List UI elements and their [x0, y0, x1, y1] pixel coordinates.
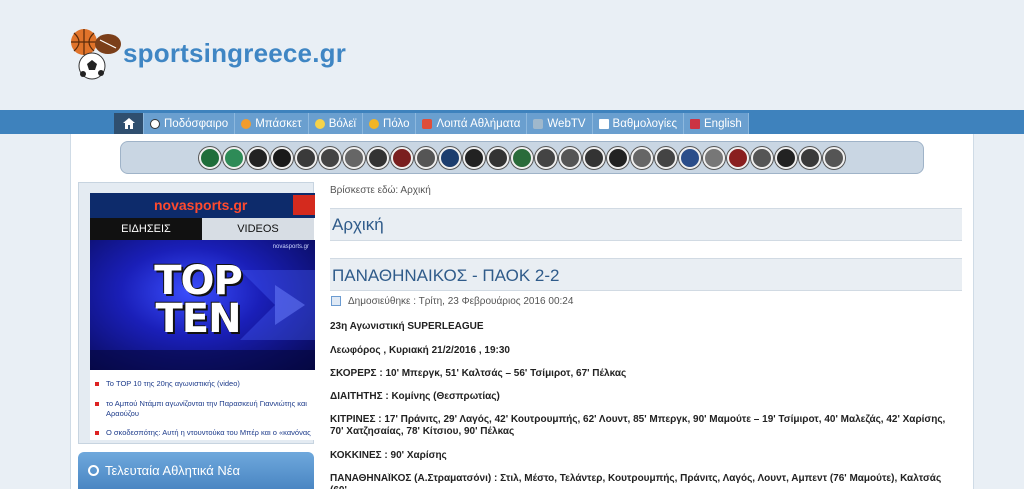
- broadcast-icon: [293, 195, 315, 215]
- featured-video-image[interactable]: novasports.gr TOP TEN: [90, 240, 315, 370]
- page-title-box: Αρχική: [330, 208, 962, 241]
- header: sportsingreece.gr: [0, 0, 1024, 110]
- club-logo-icon[interactable]: [487, 146, 509, 169]
- tab-videos[interactable]: VIDEOS: [202, 218, 314, 240]
- site-logo[interactable]: sportsingreece.gr: [70, 26, 370, 82]
- nav-item-english[interactable]: English: [684, 113, 749, 134]
- main-nav: Ποδόσφαιρο Μπάσκετ Βόλεϊ Πόλο Λοιπά Αθλή…: [114, 113, 749, 134]
- article-paragraph: 23η Αγωνιστική SUPERLEAGUE: [330, 321, 484, 332]
- club-logo-icon[interactable]: [799, 146, 821, 169]
- club-logo-icon[interactable]: [727, 146, 749, 169]
- article-title-box: ΠΑΝΑΘΗΝΑΙΚΟΣ - ΠΑΟΚ 2-2: [330, 258, 962, 291]
- club-logo-icon[interactable]: [679, 146, 701, 169]
- widget-header: novasports.gr: [90, 193, 315, 218]
- breadcrumb: Βρίσκεστε εδώ: Αρχική: [330, 185, 431, 196]
- breadcrumb-home-link[interactable]: Αρχική: [400, 185, 430, 196]
- novasports-widget: novasports.gr ΕΙΔΗΣΕΙΣ VIDEOS novasports…: [90, 193, 315, 440]
- article-paragraph: ΣΚΟΡΕΡΣ : 10' Μπεργκ, 51' Καλτσάς – 56' …: [330, 368, 627, 379]
- home-icon: [122, 118, 135, 129]
- club-logo-icon[interactable]: [607, 146, 629, 169]
- club-logo-icon[interactable]: [391, 146, 413, 169]
- home-nav-button[interactable]: [114, 113, 144, 134]
- club-logo-icon[interactable]: [655, 146, 677, 169]
- club-logo-icon[interactable]: [775, 146, 797, 169]
- widget-tabs: ΕΙΔΗΣΕΙΣ VIDEOS: [90, 218, 315, 240]
- page-title: Αρχική: [332, 215, 384, 234]
- article-paragraph: Λεωφόρος , Κυριακή 21/2/2016 , 19:30: [330, 345, 510, 356]
- club-logos-bar: [120, 141, 924, 174]
- calendar-icon: [331, 296, 341, 306]
- circle-arrow-icon: [88, 465, 99, 476]
- club-logo-icon[interactable]: [415, 146, 437, 169]
- other-sports-icon: [422, 118, 433, 129]
- widget-news-item[interactable]: Το TOP 10 της 20ης αγωνιστικής (video): [90, 379, 315, 389]
- widget-news-item[interactable]: το Αμπού Ντάμπι αγωνίζονται την Παρασκευ…: [90, 399, 315, 419]
- novasports-logo[interactable]: novasports.gr: [154, 197, 247, 213]
- club-logo-icon[interactable]: [823, 146, 845, 169]
- article-date: Δημοσιεύθηκε : Τρίτη, 23 Φεβρουάριος 201…: [348, 296, 574, 307]
- article-title[interactable]: ΠΑΝΑΘΗΝΑΙΚΟΣ - ΠΑΟΚ 2-2: [332, 266, 559, 286]
- football-icon: [150, 118, 160, 129]
- club-logo-icon[interactable]: [559, 146, 581, 169]
- club-logo-icon[interactable]: [631, 146, 653, 169]
- club-logo-icon[interactable]: [223, 146, 245, 169]
- latest-news-header[interactable]: Τελευταία Αθλητικά Νέα: [78, 452, 314, 489]
- club-logo-icon[interactable]: [511, 146, 533, 169]
- latest-news-title: Τελευταία Αθλητικά Νέα: [105, 463, 241, 478]
- widget-news-item[interactable]: Ο σκοδεσπότης: Αυτή η ντουντούκα του Μπέ…: [90, 428, 315, 440]
- nav-item-other-sports[interactable]: Λοιπά Αθλήματα: [416, 113, 528, 134]
- club-logo-icon[interactable]: [199, 146, 221, 169]
- club-logo-icon[interactable]: [247, 146, 269, 169]
- club-logo-icon[interactable]: [295, 146, 317, 169]
- sports-balls-icon: [71, 29, 121, 80]
- article-paragraph: ΚΟΚΚΙΝΕΣ : 90' Χαρίσης: [330, 450, 447, 461]
- top-ten-title: TOP TEN: [154, 258, 243, 342]
- club-logo-icon[interactable]: [439, 146, 461, 169]
- nav-item-volleyball[interactable]: Βόλεϊ: [308, 113, 364, 134]
- club-logo-icon[interactable]: [751, 146, 773, 169]
- club-logo-icon[interactable]: [703, 146, 725, 169]
- nav-item-basketball[interactable]: Μπάσκετ: [235, 113, 309, 134]
- tab-news[interactable]: ΕΙΔΗΣΕΙΣ: [90, 218, 202, 240]
- club-logo-icon[interactable]: [367, 146, 389, 169]
- nav-item-waterpolo[interactable]: Πόλο: [363, 113, 417, 134]
- image-watermark: novasports.gr: [272, 244, 309, 250]
- waterpolo-ball-icon: [369, 118, 380, 129]
- volleyball-icon: [314, 118, 325, 129]
- club-logo-icon[interactable]: [343, 146, 365, 169]
- uk-flag-icon: [690, 118, 701, 129]
- club-logo-icon[interactable]: [463, 146, 485, 169]
- nav-item-webtv[interactable]: WebTV: [527, 113, 593, 134]
- basketball-icon: [241, 118, 252, 129]
- table-icon: [598, 118, 609, 129]
- article-paragraph: ΠΑΝΑΘΗΝΑΪΚΟΣ (Α.Στραματσόνι) : Στιλ, Μέσ…: [330, 473, 942, 489]
- club-logo-icon[interactable]: [271, 146, 293, 169]
- site-logo-text: sportsingreece.gr: [123, 38, 347, 68]
- article-paragraph: ΚΙΤΡΙΝΕΣ : 17' Πράνιτς, 29' Λαγός, 42' Κ…: [330, 414, 946, 437]
- club-logo-icon[interactable]: [319, 146, 341, 169]
- club-logo-icon[interactable]: [583, 146, 605, 169]
- article-paragraph: ΔΙΑΙΤΗΤΗΣ : Κομίνης (Θεσπρωτίας): [330, 391, 500, 402]
- nav-item-standings[interactable]: Βαθμολογίες: [592, 113, 685, 134]
- tv-icon: [533, 118, 544, 129]
- nav-item-football[interactable]: Ποδόσφαιρο: [144, 113, 236, 134]
- breadcrumb-prefix: Βρίσκεστε εδώ:: [330, 185, 399, 196]
- club-logo-icon[interactable]: [535, 146, 557, 169]
